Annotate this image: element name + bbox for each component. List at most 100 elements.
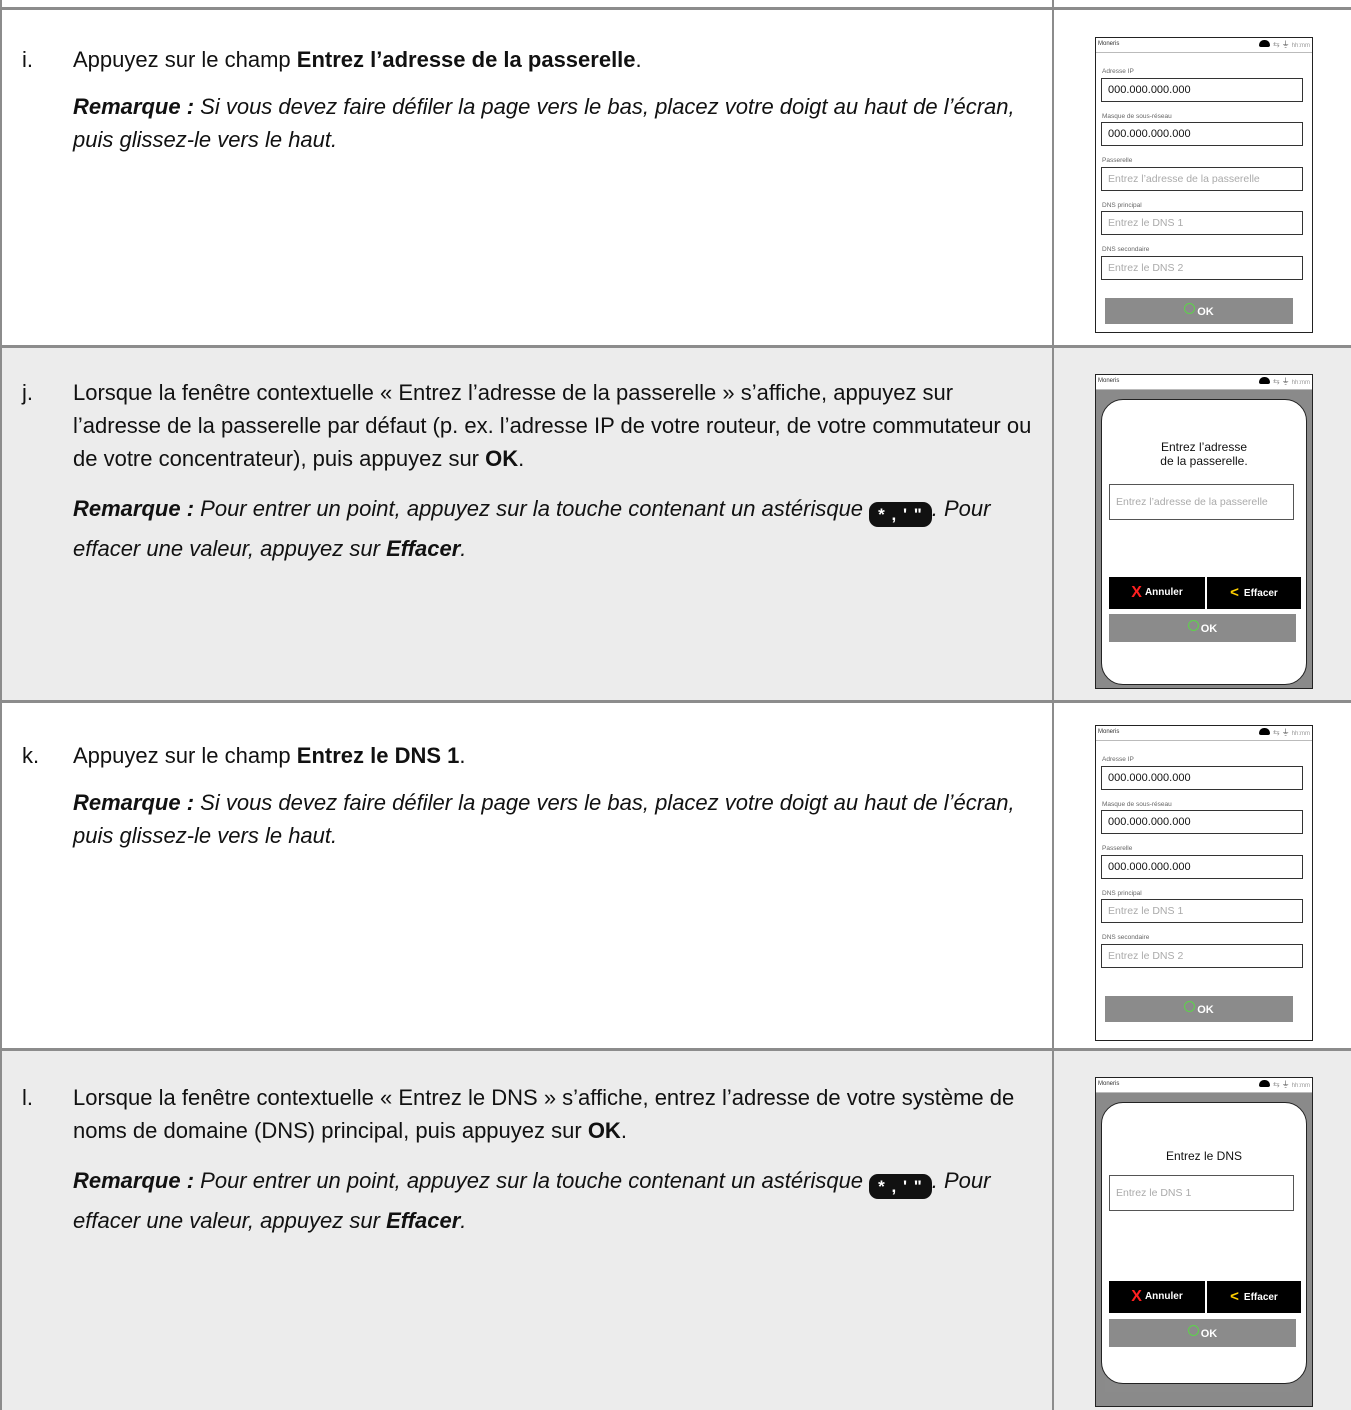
- popup-ok-button[interactable]: OK: [1109, 614, 1296, 642]
- step-instruction: Lorsque la fenêtre contextuelle « Entrez…: [73, 376, 1033, 475]
- mask-label: Masque de sous-réseau: [1102, 113, 1172, 120]
- network-arrows-icon: ⇆: [1272, 377, 1280, 386]
- instruction-text: Lorsque la fenêtre contextuelle « Entrez…: [73, 1085, 1015, 1143]
- note-label: Remarque :: [73, 790, 195, 815]
- status-bar: Moneris ⇆ ⏚ hh:mm: [1096, 1078, 1312, 1093]
- dns-popup: Entrez le DNS Entrez le DNS 1 X Annuler <…: [1101, 1102, 1307, 1384]
- dns2-label: DNS secondaire: [1102, 934, 1150, 941]
- instruction-table: i. Appuyez sur le champ Entrez l’adresse…: [0, 0, 1351, 1410]
- cloud-icon: [1258, 40, 1270, 47]
- cloud-icon: [1258, 1080, 1270, 1087]
- ip-field[interactable]: 000.000.000.000: [1101, 78, 1303, 102]
- cancel-button[interactable]: X Annuler: [1109, 577, 1205, 609]
- step-note: Remarque : Pour entrer un point, appuyez…: [73, 489, 1033, 569]
- note-text: Si vous devez faire défiler la page vers…: [73, 94, 1015, 152]
- clock: hh:mm: [1291, 731, 1310, 737]
- brand-label: Moneris: [1098, 1081, 1120, 1087]
- note-label: Remarque :: [73, 94, 195, 119]
- ip-label: Adresse IP: [1102, 756, 1134, 763]
- step-note: Remarque : Si vous devez faire défiler l…: [73, 786, 1033, 852]
- plug-icon: ⏚: [1281, 377, 1290, 386]
- status-bar: Moneris ⇆ ⏚ hh:mm: [1096, 726, 1312, 741]
- dns1-field[interactable]: Entrez le DNS 1: [1101, 899, 1303, 923]
- device-screen-j: Moneris ⇆⏚hh:mm OK Entrez l’adresse de l…: [1095, 374, 1313, 689]
- network-arrows-icon: ⇆: [1272, 40, 1280, 49]
- clock: hh:mm: [1291, 43, 1310, 49]
- asterisk-key-icon: * , ' ": [869, 1174, 932, 1199]
- clear-button[interactable]: < Effacer: [1207, 1281, 1301, 1313]
- device-screen-k: Moneris ⇆ ⏚ hh:mm Adresse IP 000.000.000.0…: [1095, 725, 1313, 1041]
- status-bar: Moneris ⇆ ⏚ hh:mm: [1096, 375, 1312, 390]
- popup-gateway-field[interactable]: Entrez l’adresse de la passerelle: [1109, 484, 1294, 520]
- ok-circle-icon: [1184, 1001, 1196, 1012]
- ok-button[interactable]: OK: [1105, 996, 1293, 1022]
- plug-icon: ⏚: [1281, 40, 1290, 49]
- cancel-button[interactable]: X Annuler: [1109, 1281, 1205, 1313]
- note-text: Pour entrer un point, appuyez sur la tou…: [194, 1168, 870, 1193]
- table-left-border: [0, 0, 2, 1410]
- device-screen-l: Moneris ⇆⏚hh:mm OK Entrez le DNS Entrez …: [1095, 1077, 1313, 1407]
- dns2-field[interactable]: Entrez le DNS 2: [1101, 944, 1303, 968]
- ok-button[interactable]: OK: [1105, 298, 1293, 324]
- mask-field[interactable]: 000.000.000.000: [1101, 122, 1303, 146]
- instruction-bold: OK: [587, 1118, 621, 1143]
- dns2-label: DNS secondaire: [1102, 246, 1150, 253]
- status-bar: Moneris ⇆ ⏚ hh:mm: [1096, 38, 1312, 53]
- device-screen-i: Moneris ⇆ ⏚ hh:mm Adresse IP 000.000.000.0…: [1095, 37, 1313, 333]
- note-end: .: [460, 536, 467, 561]
- clear-button[interactable]: < Effacer: [1207, 577, 1301, 609]
- step-instruction: Lorsque la fenêtre contextuelle « Entrez…: [73, 1081, 1033, 1147]
- gateway-popup: Entrez l’adresse de la passerelle. Entre…: [1101, 399, 1307, 685]
- gateway-label: Passerelle: [1102, 845, 1133, 852]
- mask-label: Masque de sous-réseau: [1102, 801, 1172, 808]
- note-end: .: [460, 1208, 467, 1233]
- instruction-bold: OK: [485, 446, 519, 471]
- popup-dns-field[interactable]: Entrez le DNS 1: [1109, 1175, 1294, 1211]
- step-instruction: Appuyez sur le champ Entrez l’adresse de…: [73, 43, 1033, 76]
- instruction-end: .: [518, 446, 525, 471]
- gateway-label: Passerelle: [1102, 157, 1133, 164]
- note-bold: Effacer: [386, 536, 461, 561]
- gateway-field[interactable]: Entrez l’adresse de la passerelle: [1101, 167, 1303, 191]
- mask-field[interactable]: 000.000.000.000: [1101, 810, 1303, 834]
- brand-label: Moneris: [1098, 729, 1120, 735]
- popup-title: Entrez l’adresse: [1160, 440, 1248, 454]
- clock: hh:mm: [1291, 1083, 1310, 1089]
- clock: hh:mm: [1291, 380, 1310, 386]
- popup-title: Entrez le DNS: [1165, 1149, 1243, 1163]
- gateway-field[interactable]: 000.000.000.000: [1101, 855, 1303, 879]
- ip-field[interactable]: 000.000.000.000: [1101, 766, 1303, 790]
- cloud-icon: [1258, 377, 1270, 384]
- close-icon: X: [1131, 1288, 1142, 1305]
- ok-circle-icon: [1187, 620, 1199, 631]
- instruction-end: .: [635, 47, 642, 72]
- note-text: Si vous devez faire défiler la page vers…: [73, 790, 1015, 848]
- step-row-k: k. Appuyez sur le champ Entrez le DNS 1.…: [0, 700, 1351, 1048]
- instruction-bold: Entrez le DNS 1: [296, 743, 460, 768]
- step-row-i: i. Appuyez sur le champ Entrez l’adresse…: [0, 7, 1351, 345]
- plug-icon: ⏚: [1281, 1080, 1290, 1089]
- dns1-label: DNS principal: [1102, 202, 1142, 209]
- column-divider: [1052, 0, 1054, 1410]
- step-marker: k.: [22, 743, 40, 768]
- chevron-left-icon: <: [1230, 1288, 1239, 1305]
- instruction-text: Appuyez sur le champ: [73, 47, 297, 72]
- close-icon: X: [1131, 584, 1142, 601]
- ip-label: Adresse IP: [1102, 68, 1134, 75]
- step-instruction: Appuyez sur le champ Entrez le DNS 1.: [73, 739, 1033, 772]
- instruction-text: Appuyez sur le champ: [73, 743, 297, 768]
- brand-label: Moneris: [1098, 378, 1120, 384]
- dns2-field[interactable]: Entrez le DNS 2: [1101, 256, 1303, 280]
- plug-icon: ⏚: [1281, 728, 1290, 737]
- step-row-l: l. Lorsque la fenêtre contextuelle « Ent…: [0, 1048, 1351, 1410]
- dns1-field[interactable]: Entrez le DNS 1: [1101, 211, 1303, 235]
- step-row-j: j. Lorsque la fenêtre contextuelle « Ent…: [0, 345, 1351, 700]
- popup-title-line2: de la passerelle.: [1160, 454, 1248, 468]
- dns1-label: DNS principal: [1102, 890, 1142, 897]
- instruction-text: Lorsque la fenêtre contextuelle « Entrez…: [73, 380, 1032, 471]
- popup-ok-button[interactable]: OK: [1109, 1319, 1296, 1347]
- note-text: Pour entrer un point, appuyez sur la tou…: [194, 496, 870, 521]
- asterisk-key-icon: * , ' ": [869, 502, 932, 527]
- step-marker: j.: [22, 380, 33, 405]
- note-label: Remarque :: [73, 1168, 195, 1193]
